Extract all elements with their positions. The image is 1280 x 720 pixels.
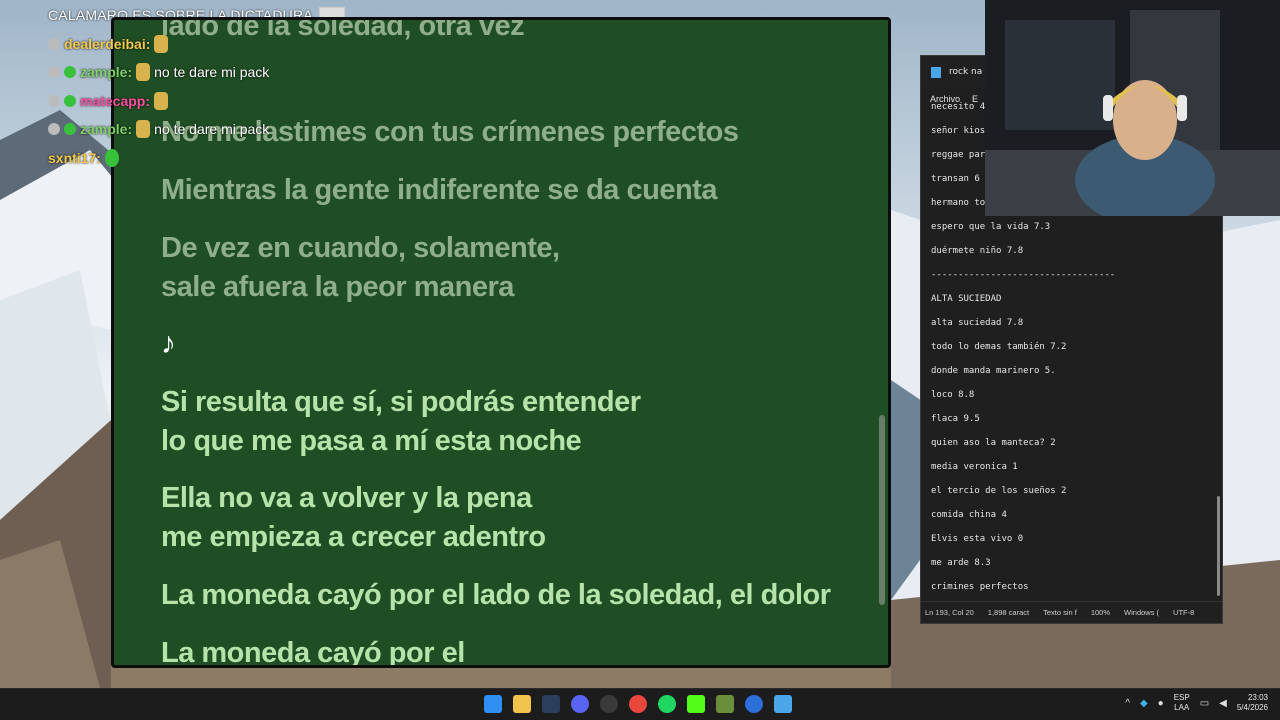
lyric-line[interactable]: La moneda cayó por el lado de la soledad… — [161, 579, 831, 612]
clock-time: 23:03 — [1247, 693, 1268, 702]
chat-badge-icon — [64, 95, 76, 107]
text-line: alta suciedad 7.8 — [931, 318, 1024, 328]
lyric-line[interactable]: La moneda cayó por el — [161, 637, 465, 665]
music-note-icon: ♪ — [161, 327, 176, 360]
spotify-icon[interactable] — [658, 695, 676, 713]
chat-badge-icon — [48, 66, 60, 78]
lyric-line[interactable]: lo que me pasa a mí esta noche — [161, 425, 582, 458]
chat-emote-icon — [154, 92, 169, 110]
spotify-lyrics-window: lado de la soledad, otra vez No me lasti… — [111, 17, 891, 668]
notepad-icon — [931, 66, 941, 78]
status-format: Texto sin f — [1043, 608, 1077, 617]
chat-badge-icon — [48, 123, 60, 135]
chrome-icon[interactable] — [629, 695, 647, 713]
lyric-line[interactable]: De vez en cuando, solamente, — [161, 232, 560, 265]
text-line: reggae par — [931, 150, 986, 160]
minecraft-icon[interactable] — [716, 695, 734, 713]
lyric-line[interactable]: Mientras la gente indiferente se da cuen… — [161, 174, 717, 207]
status-position: Ln 193, Col 20 — [925, 608, 974, 617]
chat-badge-icon — [48, 38, 60, 50]
status-zoom[interactable]: 100% — [1091, 608, 1110, 617]
keyboard-layout: LAA — [1174, 703, 1190, 712]
notepad-tab-title[interactable]: rock na — [949, 67, 982, 77]
shield-icon[interactable]: ◆ — [1140, 698, 1148, 709]
text-line: ---------------------------------- — [931, 270, 1116, 280]
status-chars: 1,898 caract — [987, 608, 1030, 617]
text-line: donde manda marinero 5. — [931, 366, 1056, 376]
taskbar: ^ ◆ ● ESP LAA ▭ ◀ 23:03 5/4/2026 — [0, 688, 1280, 720]
taskbar-apps — [484, 695, 792, 713]
lyric-line[interactable]: sale afuera la peor manera — [161, 271, 514, 304]
text-line: duérmete niño 7.8 — [931, 246, 1024, 256]
steam-icon[interactable] — [542, 695, 560, 713]
lyric-line[interactable]: Si resulta que sí, si podrás entender — [161, 386, 641, 419]
lyric-line[interactable]: lado de la soledad, otra vez — [161, 20, 525, 43]
text-line: quien aso la manteca? 2 — [931, 438, 1056, 448]
chat-username: dealerdeibai: — [64, 36, 151, 52]
text-line: loco 8.8 — [931, 390, 975, 400]
chat-badge-icon — [64, 66, 76, 78]
text-line: ALTA SUCIEDAD — [931, 294, 1002, 304]
status-encoding: UTF-8 — [1173, 608, 1195, 617]
chat-message: matecapp: — [48, 90, 172, 112]
text-line: el tercio de los sueños 2 — [931, 486, 1067, 496]
text-line: flaca 9.5 — [931, 414, 980, 424]
chat-username: zample: — [80, 121, 133, 137]
text-line: comida china 4 — [931, 510, 1007, 520]
webcam-image — [985, 0, 1280, 216]
discord-icon[interactable] — [571, 695, 589, 713]
webcam-overlay — [985, 0, 1280, 216]
network-icon[interactable]: ▭ — [1200, 698, 1209, 709]
obs-icon[interactable] — [600, 695, 618, 713]
text-line: media veronica 1 — [931, 462, 1018, 472]
language-indicator[interactable]: ESP LAA — [1174, 693, 1190, 713]
status-line-ending: Windows ( — [1124, 608, 1160, 617]
chat-badge-icon — [48, 95, 60, 107]
chevron-up-icon[interactable]: ^ — [1125, 698, 1130, 709]
chat-username: sxnti17: — [48, 150, 101, 166]
chat-text: no te dare mi pack — [154, 121, 270, 137]
chat-text: no te dare mi pack — [154, 64, 270, 80]
language-code: ESP — [1173, 693, 1190, 702]
notepad-icon[interactable] — [774, 695, 792, 713]
text-line: espero que la vida 7.3 — [931, 222, 1051, 232]
text-line: todo lo demas también 7.2 — [931, 342, 1067, 352]
windows-start-icon[interactable] — [484, 695, 502, 713]
notepad-statusbar: Ln 193, Col 20 1,898 caract Texto sin f … — [921, 601, 1222, 623]
chat-username: zample: — [80, 64, 133, 80]
chat-username: matecapp: — [80, 93, 151, 109]
text-line: necesito 4 — [931, 102, 986, 112]
lyrics-scrollbar[interactable] — [879, 415, 885, 605]
clock-date: 5/4/2026 — [1236, 703, 1268, 712]
ccleaner-icon[interactable] — [745, 695, 763, 713]
chat-emote-icon — [154, 35, 169, 53]
text-line: Elvis esta vivo 0 — [931, 534, 1024, 544]
chat-emote-icon — [136, 63, 151, 81]
chat-badge-icon — [64, 123, 76, 135]
text-line: transan 6 — [931, 174, 980, 184]
microphone-icon[interactable]: ● — [1158, 698, 1164, 709]
lyric-line[interactable]: me empieza a crecer adentro — [161, 521, 546, 554]
chat-emote-icon — [104, 149, 119, 167]
system-tray: ^ ◆ ● ESP LAA ▭ ◀ 23:03 5/4/2026 — [1125, 693, 1268, 713]
notepad-scrollbar[interactable] — [1217, 496, 1220, 596]
chat-message: zample: no te dare mi pack — [48, 118, 269, 140]
chat-message: sxnti17: — [48, 147, 123, 169]
text-line: señor kios — [931, 126, 986, 136]
volume-icon[interactable]: ◀ — [1219, 698, 1227, 709]
clock[interactable]: 23:03 5/4/2026 — [1237, 693, 1268, 713]
text-line: hermano to — [931, 198, 986, 208]
text-line: me arde 8.3 — [931, 558, 991, 568]
lyric-line[interactable]: Ella no va a volver y la pena — [161, 482, 532, 515]
kick-icon[interactable] — [687, 695, 705, 713]
chat-emote-icon — [136, 120, 151, 138]
text-line: crimines perfectos — [931, 582, 1029, 592]
file-explorer-icon[interactable] — [513, 695, 531, 713]
chat-message: zample: no te dare mi pack — [48, 61, 269, 83]
chat-message: dealerdeibai: — [48, 33, 172, 55]
